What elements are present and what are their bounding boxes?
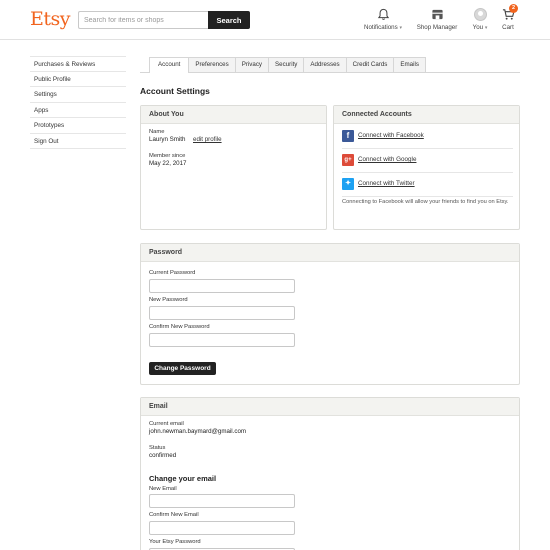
facebook-row: f Connect with Facebook (342, 125, 513, 149)
notifications-label: Notifications (364, 24, 398, 31)
settings-tabs: Account Preferences Privacy Security Add… (140, 57, 520, 73)
tab-security[interactable]: Security (269, 57, 305, 72)
sidebar-item-settings[interactable]: Settings (30, 87, 126, 103)
new-password-input[interactable] (149, 306, 295, 320)
page-title: Account Settings (140, 86, 210, 96)
tab-credit-cards[interactable]: Credit Cards (346, 57, 395, 72)
connect-facebook-link[interactable]: Connect with Facebook (358, 132, 424, 139)
current-password-label: Current Password (149, 270, 196, 276)
sidebar-item-sign-out[interactable]: Sign Out (30, 134, 126, 149)
google-row: g+ Connect with Google (342, 149, 513, 173)
new-password-label: New Password (149, 297, 188, 303)
twitter-row: ✦ Connect with Twitter (342, 173, 513, 197)
password-panel: Password Current Password New Password C… (140, 243, 520, 385)
search-input[interactable] (78, 11, 208, 29)
sidebar-item-purchases-reviews[interactable]: Purchases & Reviews (30, 56, 126, 72)
etsy-logo[interactable]: Etsy (30, 8, 71, 30)
current-email-value: john.newman.baymard@gmail.com (149, 428, 247, 435)
change-email-heading: Change your email (149, 474, 217, 483)
shop-manager-nav[interactable]: Shop Manager (412, 8, 462, 31)
you-label: You (472, 24, 484, 31)
notifications-nav[interactable]: Notifications ▾ (358, 8, 408, 31)
tab-emails[interactable]: Emails (394, 57, 426, 72)
new-email-label: New Email (149, 486, 177, 492)
current-email-label: Current email (149, 421, 184, 427)
you-nav[interactable]: You ▾ (466, 8, 494, 31)
shop-manager-label: Shop Manager (416, 24, 458, 31)
connected-accounts-heading: Connected Accounts (334, 106, 519, 124)
email-panel: Email Current email john.newman.baymard@… (140, 397, 520, 550)
email-heading: Email (141, 398, 519, 416)
member-since-value: May 22, 2017 (149, 160, 187, 167)
account-sidebar: Purchases & Reviews Public Profile Setti… (30, 56, 126, 149)
cart-count-badge: 2 (509, 4, 518, 13)
password-heading: Password (141, 244, 519, 262)
connect-google-link[interactable]: Connect with Google (358, 156, 416, 163)
search-bar: Search (78, 11, 250, 29)
tab-addresses[interactable]: Addresses (304, 57, 347, 72)
member-since-label: Member since (149, 153, 186, 159)
confirm-password-label: Confirm New Password (149, 324, 210, 330)
name-label: Name (149, 129, 165, 135)
tab-preferences[interactable]: Preferences (189, 57, 236, 72)
cart-nav[interactable]: 2 Cart (496, 4, 520, 31)
confirm-email-input[interactable] (149, 521, 295, 535)
confirm-email-label: Confirm New Email (149, 512, 199, 518)
tab-privacy[interactable]: Privacy (235, 57, 270, 72)
cart-label: Cart (502, 24, 514, 31)
edit-profile-link[interactable]: edit profile (193, 136, 222, 143)
chevron-down-icon: ▾ (484, 25, 488, 31)
status-value: confirmed (149, 452, 177, 459)
new-email-input[interactable] (149, 494, 295, 508)
sidebar-item-public-profile[interactable]: Public Profile (30, 72, 126, 87)
chevron-down-icon: ▾ (399, 25, 402, 31)
status-label: Status (149, 445, 166, 451)
google-plus-icon: g+ (342, 154, 354, 166)
etsy-password-label: Your Etsy Password (149, 539, 201, 545)
bell-icon (377, 8, 389, 20)
tab-account[interactable]: Account (149, 57, 190, 73)
sidebar-item-apps[interactable]: Apps (30, 103, 126, 118)
about-you-panel: About You Name Lauryn Smith edit profile… (140, 105, 327, 230)
facebook-icon: f (342, 130, 354, 142)
twitter-icon: ✦ (342, 178, 354, 190)
shop-icon (431, 9, 443, 20)
confirm-password-input[interactable] (149, 333, 295, 347)
top-header: Etsy Search Notifications ▾ Shop Manager… (0, 0, 550, 40)
search-button[interactable]: Search (208, 11, 250, 29)
connect-note: Connecting to Facebook will allow your f… (342, 199, 509, 205)
sidebar-item-prototypes[interactable]: Prototypes (30, 118, 126, 134)
change-password-button[interactable]: Change Password (149, 362, 216, 375)
avatar (473, 8, 487, 21)
connect-twitter-link[interactable]: Connect with Twitter (358, 180, 415, 187)
current-password-input[interactable] (149, 279, 295, 293)
name-value: Lauryn Smith (149, 136, 186, 143)
connected-accounts-panel: Connected Accounts f Connect with Facebo… (333, 105, 520, 230)
about-you-heading: About You (141, 106, 326, 124)
